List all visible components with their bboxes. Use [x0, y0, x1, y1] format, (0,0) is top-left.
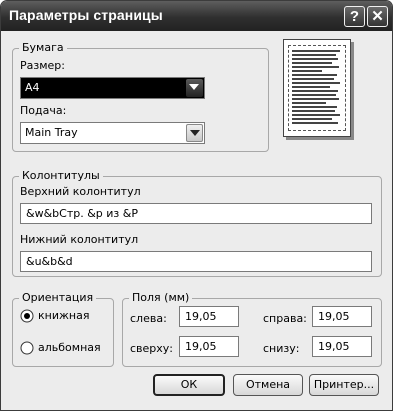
footer-input[interactable]: &u&b&d: [20, 251, 372, 272]
margin-bottom-label: снизу:: [263, 342, 300, 355]
paper-source-label: Подача:: [20, 104, 67, 117]
chevron-down-icon: [190, 130, 200, 136]
printer-button[interactable]: Принтер...: [309, 374, 379, 396]
paper-source-value: Main Tray: [25, 126, 78, 139]
ok-button[interactable]: ОК: [153, 374, 225, 396]
paper-size-select[interactable]: A4: [20, 77, 205, 99]
header-input[interactable]: &w&bСтр. &p из &P: [20, 203, 372, 224]
margin-left-input[interactable]: 19,05: [179, 306, 239, 327]
close-button[interactable]: ✕: [367, 6, 388, 27]
margin-right-label: справа:: [263, 312, 307, 325]
page-preview-margins: [288, 45, 346, 131]
close-icon: ✕: [371, 8, 384, 25]
portrait-label[interactable]: книжная: [38, 309, 89, 322]
footer-label: Нижний колонтитул: [20, 233, 139, 246]
margin-right-input[interactable]: 19,05: [312, 306, 372, 327]
paper-source-select[interactable]: Main Tray: [20, 122, 205, 144]
margin-bottom-input[interactable]: 19,05: [312, 336, 372, 357]
page-preview: [283, 39, 351, 137]
cancel-button[interactable]: Отмена: [233, 374, 303, 396]
paper-size-value: A4: [25, 81, 40, 94]
page-setup-dialog: Параметры страницы ? ✕ Бумага Размер: A4…: [0, 0, 393, 411]
orientation-legend: Ориентация: [19, 291, 97, 305]
paper-source-dropdown-button[interactable]: [186, 124, 203, 142]
headers-footers-legend: Колонтитулы: [19, 169, 103, 183]
landscape-radio[interactable]: [20, 341, 34, 355]
landscape-label[interactable]: альбомная: [38, 341, 101, 354]
margin-top-input[interactable]: 19,05: [179, 336, 239, 357]
paper-size-label: Размер:: [20, 59, 65, 72]
paper-size-dropdown-button[interactable]: [186, 79, 203, 97]
dialog-title: Параметры страницы: [9, 7, 163, 23]
paper-legend: Бумага: [19, 41, 67, 55]
title-bar[interactable]: Параметры страницы ? ✕: [1, 1, 392, 31]
header-label: Верхний колонтитул: [20, 185, 141, 198]
margins-legend: Поля (мм): [129, 291, 193, 305]
margin-left-label: слева:: [130, 312, 167, 325]
portrait-radio[interactable]: [20, 309, 34, 323]
chevron-down-icon: [189, 84, 199, 90]
help-button[interactable]: ?: [344, 6, 365, 27]
margin-top-label: сверху:: [130, 342, 174, 355]
